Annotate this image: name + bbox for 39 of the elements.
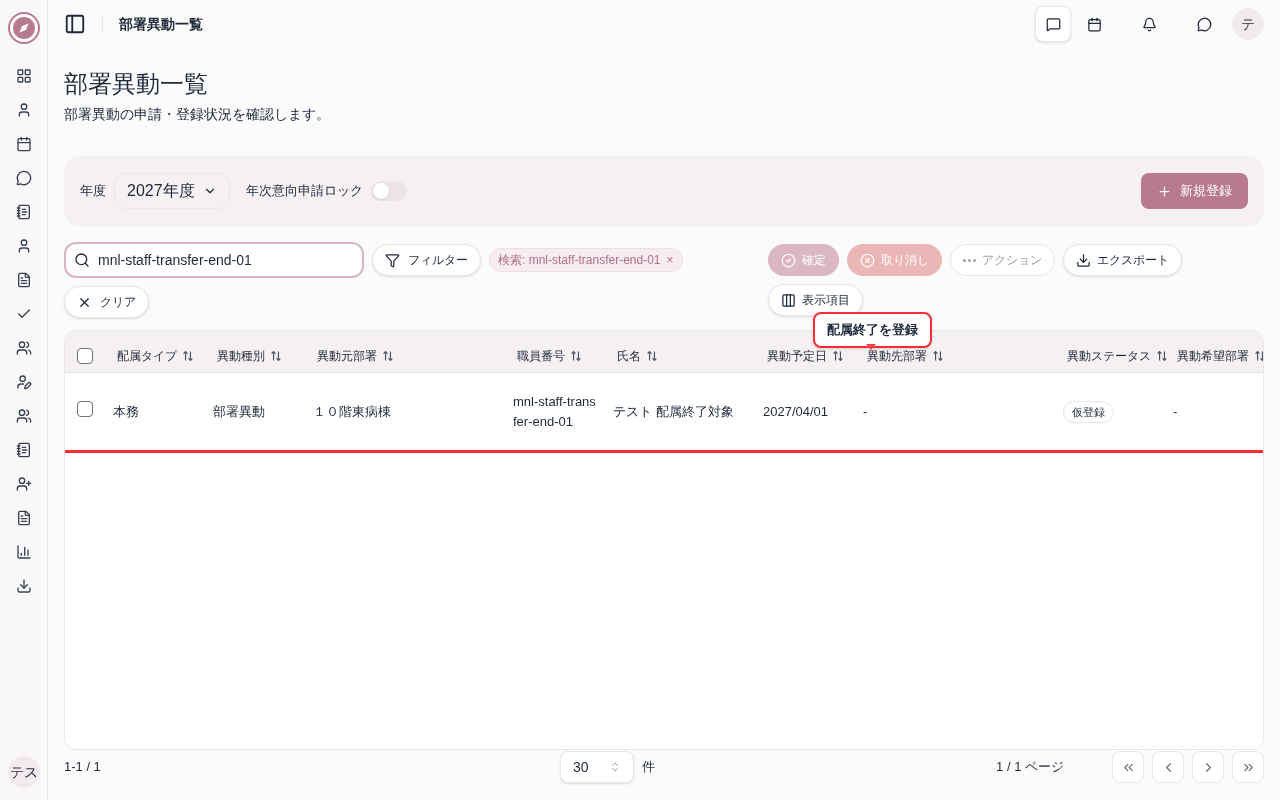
user-avatar[interactable]: テス: [7, 756, 40, 788]
year-label: 年度: [80, 182, 106, 201]
record-count: 1-1 / 1: [64, 758, 102, 777]
user-avatar[interactable]: テ: [1232, 8, 1264, 40]
table-cell: 部署異動: [213, 403, 265, 419]
search-input[interactable]: mnl-staff-transfer-end-01: [98, 250, 354, 270]
column-header[interactable]: 氏名: [617, 347, 641, 364]
column-header[interactable]: 異動希望部署: [1177, 347, 1249, 364]
table-cell: 本務: [113, 403, 139, 419]
columns-button[interactable]: 表示項目: [768, 284, 863, 316]
table-cell: mnl-staff-transfer-end-01: [513, 393, 596, 429]
chip-remove-button[interactable]: ×: [666, 252, 674, 268]
table-cell: テスト 配属終了対象: [613, 403, 734, 419]
column-header[interactable]: 異動先部署: [867, 347, 927, 364]
page-subtitle: 部署異動の申請・登録状況を確認します。: [64, 105, 331, 124]
column-header[interactable]: 異動予定日: [767, 347, 827, 364]
chip-label: 検索: mnl-staff-transfer-end-01: [498, 252, 661, 268]
table-cell: １０階東病棟: [313, 403, 391, 419]
search-field[interactable]: mnl-staff-transfer-end-01: [64, 242, 364, 278]
page-indicator: 1 / 1 ページ: [996, 758, 1064, 777]
column-header[interactable]: 配属タイプ: [117, 347, 177, 364]
year-select[interactable]: 2027年度: [114, 173, 230, 209]
page-size-unit: 件: [642, 758, 655, 777]
export-button[interactable]: エクスポート: [1063, 244, 1182, 276]
column-header[interactable]: 異動種別: [217, 347, 265, 364]
column-header[interactable]: 異動ステータス: [1067, 347, 1151, 364]
filter-button[interactable]: フィルター: [372, 244, 481, 276]
lock-label: 年次意向申請ロック: [245, 182, 363, 201]
column-header[interactable]: 職員番号: [517, 347, 565, 364]
page-size-select[interactable]: 30: [560, 751, 634, 783]
table-cell: 2027/04/01: [763, 403, 829, 419]
column-header[interactable]: 異動元部署: [317, 347, 377, 364]
tooltip: 配属終了を登録: [813, 312, 932, 348]
table-row[interactable]: 本務 部署異動 １０階東病棟 mnl-staff-transfer-end-01 テスト 配属終了対象 2027/04/01 - 仮登録 -: [65, 373, 1263, 453]
header-title: 部署異動一覧: [119, 15, 203, 34]
page-title: 部署異動一覧: [64, 69, 209, 99]
clear-button[interactable]: クリア: [64, 286, 149, 318]
table-cell: -: [863, 403, 868, 419]
table-cell: -: [1173, 403, 1178, 419]
